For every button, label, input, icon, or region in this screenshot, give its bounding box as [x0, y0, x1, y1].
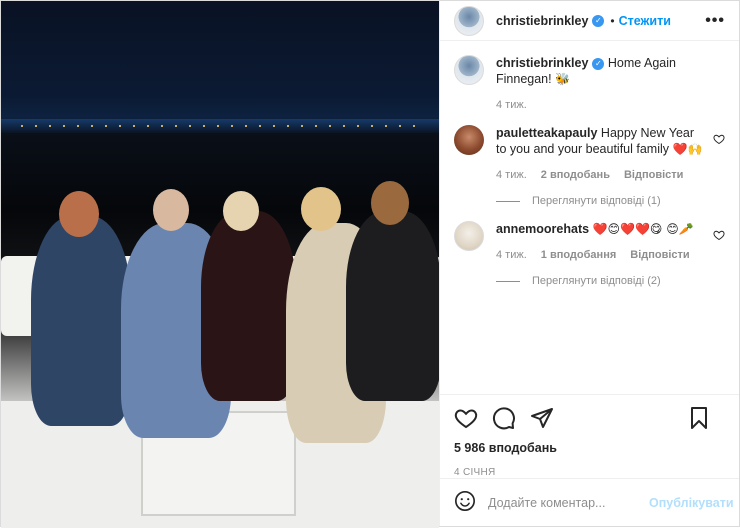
- person-3: [201, 211, 296, 401]
- caption: christiebrinkley ✓ Home Again Finnegan! 🐝…: [454, 55, 725, 111]
- caption-text: christiebrinkley ✓ Home Again Finnegan! 🐝: [496, 55, 703, 87]
- comment-like-heart-icon[interactable]: [713, 229, 725, 244]
- view-replies-label: Переглянути відповіді (2): [532, 275, 661, 287]
- post-actions: 5 986 вподобань 4 січня: [440, 394, 739, 478]
- comments-list[interactable]: christiebrinkley ✓ Home Again Finnegan! 🐝…: [440, 41, 739, 394]
- header-user: christiebrinkley ✓ • Стежити: [496, 14, 671, 28]
- reply-button[interactable]: Відповісти: [630, 249, 689, 261]
- caption-meta: 4 тиж.: [496, 99, 703, 111]
- header-username[interactable]: christiebrinkley: [496, 14, 588, 28]
- comment-time[interactable]: 4 тиж.: [496, 249, 527, 261]
- caption-time[interactable]: 4 тиж.: [496, 99, 527, 111]
- avatar[interactable]: [454, 5, 484, 36]
- verified-badge-icon: ✓: [592, 14, 605, 27]
- comment-time[interactable]: 4 тиж.: [496, 169, 527, 181]
- comment-avatar[interactable]: [454, 221, 484, 251]
- add-comment-bar: Опублікувати: [440, 478, 739, 526]
- view-replies-button[interactable]: Переглянути відповіді (2): [496, 275, 703, 287]
- replies-line: [496, 280, 520, 282]
- emoji-icon[interactable]: [454, 490, 476, 515]
- comment-username[interactable]: annemoorehats: [496, 222, 589, 236]
- caption-username[interactable]: christiebrinkley: [496, 56, 588, 70]
- likes-count[interactable]: 5 986 вподобань: [454, 441, 725, 455]
- caption-avatar[interactable]: [454, 55, 484, 85]
- person-1: [31, 216, 131, 426]
- view-replies-button[interactable]: Переглянути відповіді (1): [496, 195, 703, 207]
- caption-emoji: 🐝: [555, 72, 571, 86]
- share-icon[interactable]: [530, 406, 568, 433]
- comment-body: annemoorehats ❤️😊❤️❤️😋 😊🥕 4 тиж. 1 вподо…: [496, 221, 725, 287]
- comment-text: annemoorehats ❤️😊❤️❤️😋 😊🥕: [496, 221, 703, 237]
- bookmark-icon[interactable]: [687, 406, 725, 433]
- comment-emoji: ❤️🙌: [672, 142, 703, 156]
- post-header: christiebrinkley ✓ • Стежити •••: [440, 1, 739, 41]
- post-sidebar: christiebrinkley ✓ • Стежити ••• christi…: [439, 1, 739, 526]
- comment-meta: 4 тиж. 1 вподобання Відповісти: [496, 249, 703, 261]
- person-5: [346, 211, 439, 401]
- view-replies-label: Переглянути відповіді (1): [532, 195, 661, 207]
- more-options-icon[interactable]: •••: [705, 12, 725, 30]
- person-4-head: [301, 187, 341, 231]
- person-1-head: [59, 191, 99, 237]
- caption-body: christiebrinkley ✓ Home Again Finnegan! 🐝…: [496, 55, 725, 111]
- post-photo[interactable]: [1, 1, 439, 528]
- comment-emoji: ❤️😊❤️❤️😋 😊🥕: [592, 222, 694, 236]
- heart-icon[interactable]: [454, 406, 492, 433]
- person-3-head: [223, 191, 259, 231]
- comment-likes[interactable]: 1 вподобання: [541, 249, 616, 261]
- comment-like-heart-icon[interactable]: [713, 133, 725, 148]
- comment-avatar[interactable]: [454, 125, 484, 155]
- comment-username[interactable]: pauletteakapauly: [496, 126, 597, 140]
- comment-meta: 4 тиж. 2 вподобань Відповісти: [496, 169, 703, 181]
- comment: annemoorehats ❤️😊❤️❤️😋 😊🥕 4 тиж. 1 вподо…: [454, 221, 725, 287]
- person-5-head: [371, 181, 409, 225]
- separator-dot: •: [610, 13, 615, 28]
- replies-line: [496, 200, 520, 202]
- comment: pauletteakapauly Happy New Year to you a…: [454, 125, 725, 207]
- person-2-head: [153, 189, 189, 231]
- comment-icon[interactable]: [492, 406, 530, 433]
- comment-likes[interactable]: 2 вподобань: [541, 169, 610, 181]
- comment-body: pauletteakapauly Happy New Year to you a…: [496, 125, 725, 207]
- comment-input[interactable]: [488, 495, 649, 510]
- verified-badge-icon: ✓: [592, 57, 605, 70]
- reply-button[interactable]: Відповісти: [624, 169, 683, 181]
- publish-button[interactable]: Опублікувати: [649, 496, 734, 510]
- post-date[interactable]: 4 січня: [454, 467, 725, 478]
- comment-text: pauletteakapauly Happy New Year to you a…: [496, 125, 703, 157]
- shore-lights: [21, 125, 421, 127]
- instagram-post: christiebrinkley ✓ • Стежити ••• christi…: [0, 0, 740, 528]
- follow-button[interactable]: Стежити: [619, 14, 671, 28]
- action-icons: [454, 403, 725, 435]
